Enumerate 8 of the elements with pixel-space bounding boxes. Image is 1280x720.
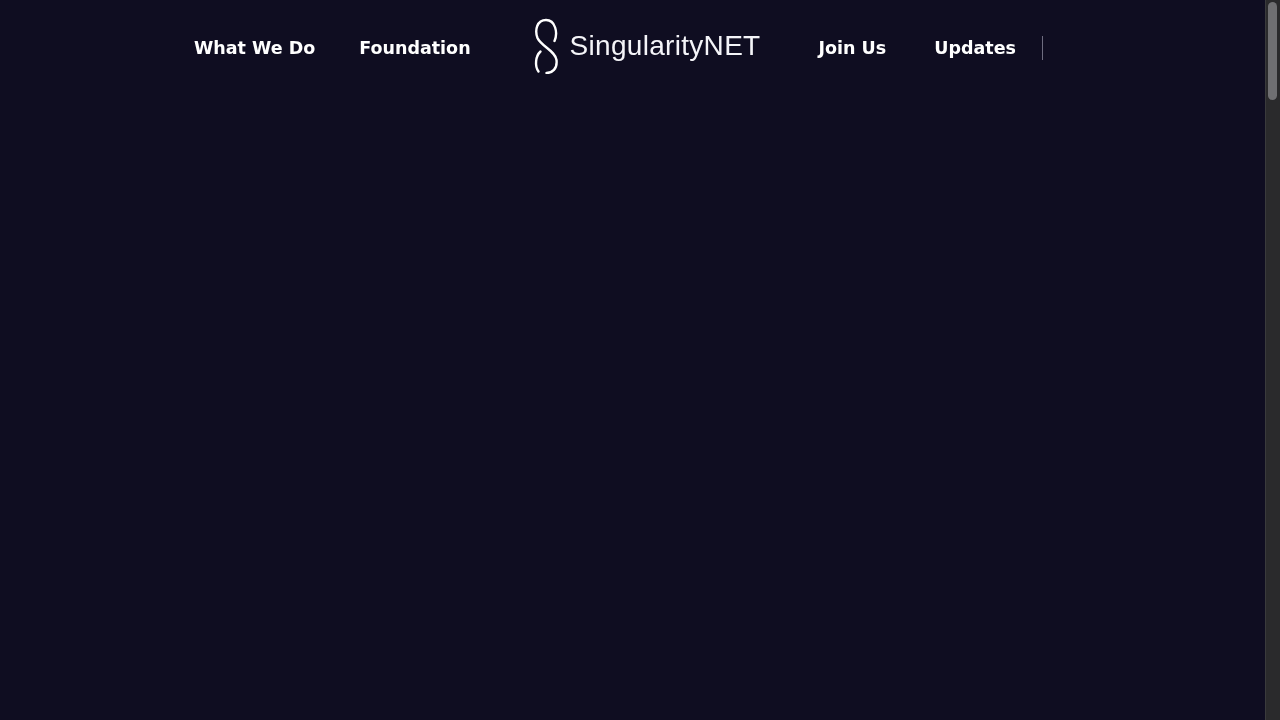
logo-link[interactable]: SingularityNET	[532, 18, 761, 74]
nav-link[interactable]: Updates	[934, 33, 1016, 59]
logo-icon	[532, 18, 559, 74]
nav-link[interactable]: Join Us	[818, 33, 887, 59]
scrollbar-thumb[interactable]	[1268, 2, 1277, 100]
scrollbar-track[interactable]	[1265, 0, 1280, 720]
nav-link[interactable]: Foundation	[359, 33, 471, 59]
nav-link[interactable]: What We Do	[194, 33, 316, 59]
